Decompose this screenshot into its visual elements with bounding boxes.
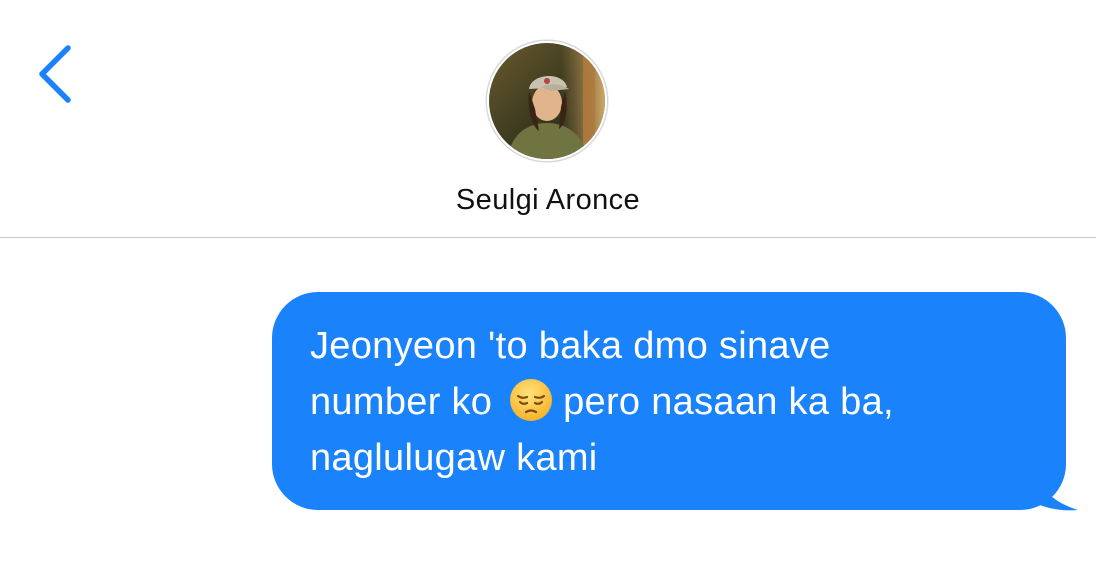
- message-text: number ko: [310, 381, 493, 423]
- back-button[interactable]: [30, 42, 82, 108]
- message-line: naglulugaw kami: [310, 437, 598, 479]
- contact-name[interactable]: Seulgi Aronce: [0, 184, 1096, 217]
- conversation-header: Seulgi Aronce: [0, 0, 1096, 238]
- imessage-conversation-screen: Seulgi Aronce Jeonyeon 'to baka dmo sina…: [0, 0, 1096, 562]
- pensive-face-emoji-icon: [509, 378, 553, 422]
- avatar[interactable]: [487, 41, 607, 161]
- message-line: Jeonyeon 'to baka dmo sinave: [310, 325, 831, 367]
- message-thread: Jeonyeon 'to baka dmo sinave number ko p…: [0, 240, 1096, 562]
- message-line: number ko pero nasaan ka ba,: [310, 374, 1030, 430]
- outgoing-message[interactable]: Jeonyeon 'to baka dmo sinave number ko p…: [272, 292, 1080, 512]
- contact-avatar-photo: [489, 43, 605, 159]
- chevron-left-icon: [39, 45, 71, 103]
- message-bubble: Jeonyeon 'to baka dmo sinave number ko p…: [272, 292, 1066, 510]
- message-text: pero nasaan ka ba,: [563, 381, 894, 423]
